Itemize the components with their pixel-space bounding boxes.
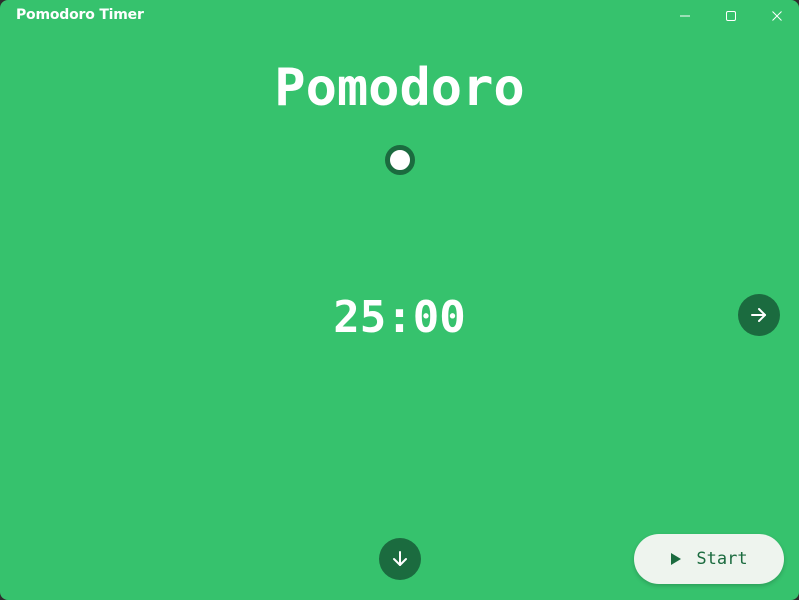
close-icon [772,11,782,21]
mode-title: Pomodoro [274,58,525,118]
timer-display: 25:00 [333,292,466,343]
window-title: Pomodoro Timer [16,7,144,23]
minimize-icon [680,15,690,17]
expand-button[interactable] [379,538,421,580]
close-button[interactable] [754,0,799,32]
title-bar[interactable]: Pomodoro Timer [0,0,799,32]
session-indicator-dot [385,145,415,175]
maximize-icon [726,11,736,21]
start-button[interactable]: Start [634,534,784,584]
play-icon [671,553,682,565]
next-mode-button[interactable] [738,294,780,336]
arrow-down-icon [393,551,407,566]
arrow-right-icon [751,308,766,322]
start-button-label: Start [696,549,748,569]
minimize-button[interactable] [662,0,708,32]
maximize-button[interactable] [708,0,754,32]
app-window: Pomodoro Timer Pomodoro 25:00 Start [0,0,799,600]
